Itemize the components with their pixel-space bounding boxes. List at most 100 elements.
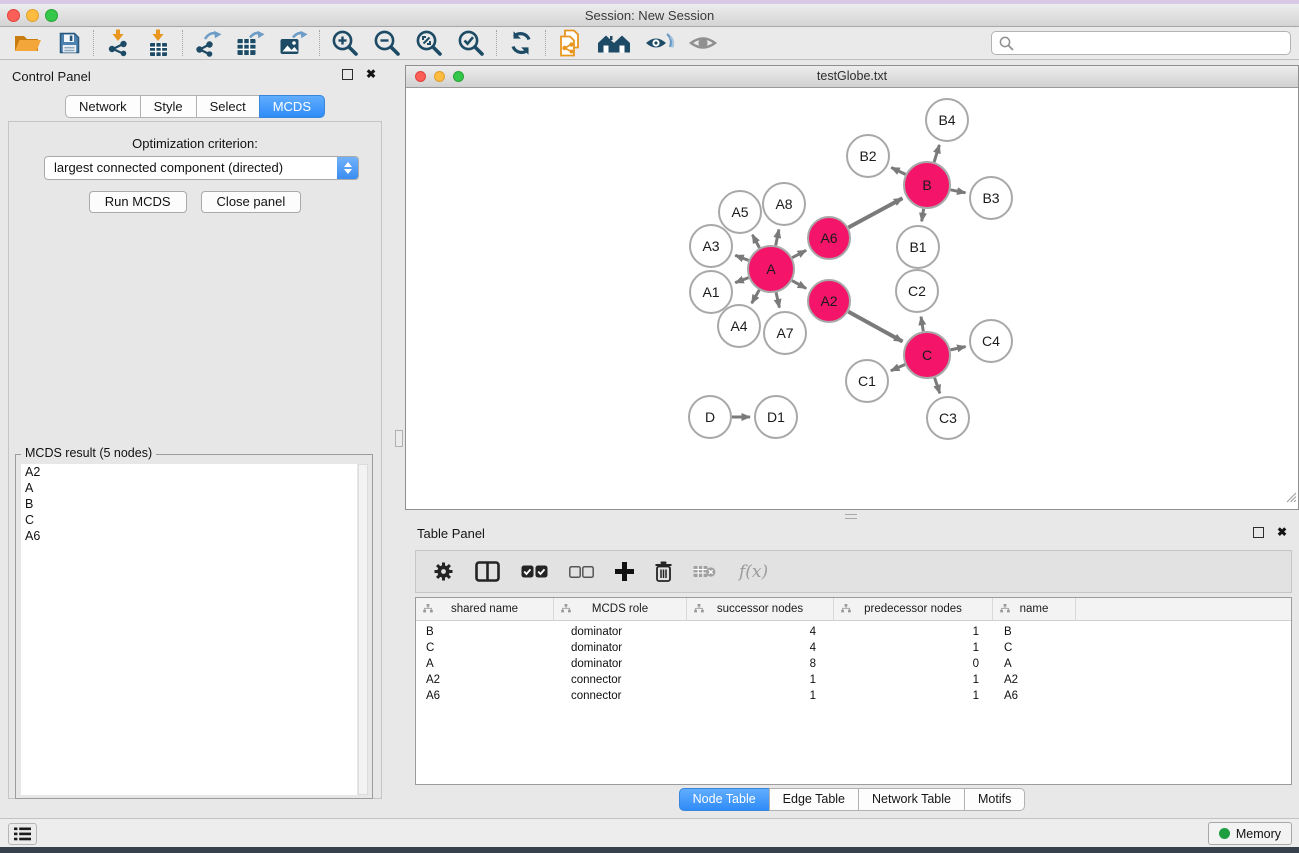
criterion-select[interactable]: largest connected component (directed) <box>44 156 359 180</box>
edge-A-A4[interactable] <box>752 290 760 303</box>
open-file-icon[interactable] <box>14 28 42 58</box>
edge-B-B3[interactable] <box>951 190 966 193</box>
result-item-a2[interactable]: A2 <box>21 464 357 480</box>
check-all-icon[interactable] <box>521 565 548 578</box>
network-canvas[interactable]: B4 B2 B B3 A5A8A6 A3 B1 A A1 C2 A2 A4A7 C4 C C1 C3 D D1 <box>406 88 1298 509</box>
search-box[interactable] <box>991 31 1291 55</box>
mcds-result-list[interactable]: A2ABCA6 <box>21 464 357 795</box>
add-row-icon[interactable] <box>615 562 634 581</box>
table-row-a2[interactable]: A2connector11A2 <box>416 672 1291 688</box>
graph-node-C4[interactable]: C4 <box>970 320 1012 362</box>
zoom-out-icon[interactable] <box>373 28 401 58</box>
show-all-icon[interactable] <box>689 28 717 58</box>
run-mcds-button[interactable]: Run MCDS <box>89 191 187 213</box>
tab-style[interactable]: Style <box>140 95 197 118</box>
column-header-name[interactable]: name <box>993 598 1076 620</box>
export-network-icon[interactable] <box>194 28 222 58</box>
graph-node-A1[interactable]: A1 <box>690 271 732 313</box>
table-row-c[interactable]: Cdominator41C <box>416 640 1291 656</box>
edge-A-A3[interactable] <box>735 255 748 260</box>
zoom-fit-icon[interactable] <box>415 28 443 58</box>
graph-node-C[interactable]: C <box>904 332 950 378</box>
horizontal-split-grip[interactable] <box>845 514 857 519</box>
graph-node-C1[interactable]: C1 <box>846 360 888 402</box>
result-list-scrollbar[interactable] <box>358 464 368 795</box>
graph-node-B1[interactable]: B1 <box>897 226 939 268</box>
graph-node-B4[interactable]: B4 <box>926 99 968 141</box>
graph-node-C2[interactable]: C2 <box>896 270 938 312</box>
first-neighbors-icon[interactable] <box>597 28 631 58</box>
result-item-b[interactable]: B <box>21 496 357 512</box>
float-table-panel-icon[interactable] <box>1253 527 1264 538</box>
close-panel-button[interactable]: Close panel <box>201 191 302 213</box>
edge-B-B2[interactable] <box>891 168 905 175</box>
edge-A-A1[interactable] <box>735 278 748 283</box>
network-graph[interactable]: B4 B2 B B3 A5A8A6 A3 B1 A A1 C2 A2 A4A7 C4 C C1 C3 D D1 <box>406 88 1298 509</box>
graph-node-B3[interactable]: B3 <box>970 177 1012 219</box>
memory-button[interactable]: Memory <box>1208 822 1292 845</box>
graph-node-C3[interactable]: C3 <box>927 397 969 439</box>
graph-node-A8[interactable]: A8 <box>763 183 805 225</box>
tab-network-table[interactable]: Network Table <box>858 788 965 811</box>
graph-node-A6[interactable]: A6 <box>808 217 850 259</box>
edge-A-A7[interactable] <box>776 292 779 307</box>
column-header-successor-nodes[interactable]: successor nodes <box>687 598 834 620</box>
graph-node-D1[interactable]: D1 <box>755 396 797 438</box>
edge-A2-C[interactable] <box>848 312 902 342</box>
graph-node-A2[interactable]: A2 <box>808 280 850 322</box>
resize-corner-icon[interactable] <box>1285 490 1297 508</box>
edge-C-C4[interactable] <box>950 347 965 350</box>
export-image-icon[interactable] <box>279 28 308 58</box>
graph-node-B[interactable]: B <box>904 162 950 208</box>
close-panel-icon[interactable]: ✖ <box>366 69 376 80</box>
column-header-shared-name[interactable]: shared name <box>416 598 554 620</box>
tab-select[interactable]: Select <box>196 95 260 118</box>
export-table-icon[interactable] <box>236 28 265 58</box>
edge-C-C1[interactable] <box>891 365 905 371</box>
edge-B-B1[interactable] <box>922 209 924 222</box>
tab-motifs[interactable]: Motifs <box>964 788 1025 811</box>
tab-edge-table[interactable]: Edge Table <box>769 788 859 811</box>
result-item-a[interactable]: A <box>21 480 357 496</box>
hide-selected-icon[interactable] <box>645 28 675 58</box>
graph-node-A3[interactable]: A3 <box>690 225 732 267</box>
vertical-split-grip[interactable] <box>395 430 403 447</box>
edge-B-B4[interactable] <box>934 145 939 162</box>
table-row-a[interactable]: Adominator80A <box>416 656 1291 672</box>
edge-C-C2[interactable] <box>921 317 923 332</box>
close-table-panel-icon[interactable]: ✖ <box>1277 527 1287 538</box>
edge-A-A8[interactable] <box>776 230 779 246</box>
graph-node-D[interactable]: D <box>689 396 731 438</box>
table-row-b[interactable]: Bdominator41B <box>416 624 1291 640</box>
columns-icon[interactable] <box>475 561 500 582</box>
task-history-button[interactable] <box>8 823 37 845</box>
gear-icon[interactable] <box>433 561 454 582</box>
graph-node-A[interactable]: A <box>748 246 794 292</box>
zoom-selected-icon[interactable] <box>457 28 485 58</box>
result-item-a6[interactable]: A6 <box>21 528 357 544</box>
edge-A-A6[interactable] <box>792 250 806 257</box>
graph-node-A4[interactable]: A4 <box>718 305 760 347</box>
tab-node-table[interactable]: Node Table <box>679 788 770 811</box>
edge-A-A5[interactable] <box>752 235 759 248</box>
tab-mcds[interactable]: MCDS <box>259 95 325 118</box>
refresh-icon[interactable] <box>508 28 534 58</box>
network-from-selection-icon[interactable] <box>557 28 583 58</box>
result-item-c[interactable]: C <box>21 512 357 528</box>
graph-node-A7[interactable]: A7 <box>764 312 806 354</box>
delete-row-icon[interactable] <box>655 561 672 582</box>
graph-node-A5[interactable]: A5 <box>719 191 761 233</box>
edge-C-C3[interactable] <box>935 378 940 394</box>
column-header-mcds-role[interactable]: MCDS role <box>554 598 687 620</box>
uncheck-all-icon[interactable] <box>569 566 594 578</box>
column-header-predecessor-nodes[interactable]: predecessor nodes <box>834 598 993 620</box>
search-input[interactable] <box>1014 31 1290 55</box>
zoom-in-icon[interactable] <box>331 28 359 58</box>
import-table-icon[interactable] <box>145 28 171 58</box>
import-network-icon[interactable] <box>105 28 131 58</box>
graph-node-B2[interactable]: B2 <box>847 135 889 177</box>
save-session-icon[interactable] <box>56 28 82 58</box>
edge-A-A2[interactable] <box>792 281 806 289</box>
float-panel-icon[interactable] <box>342 69 353 80</box>
tab-network[interactable]: Network <box>65 95 141 118</box>
